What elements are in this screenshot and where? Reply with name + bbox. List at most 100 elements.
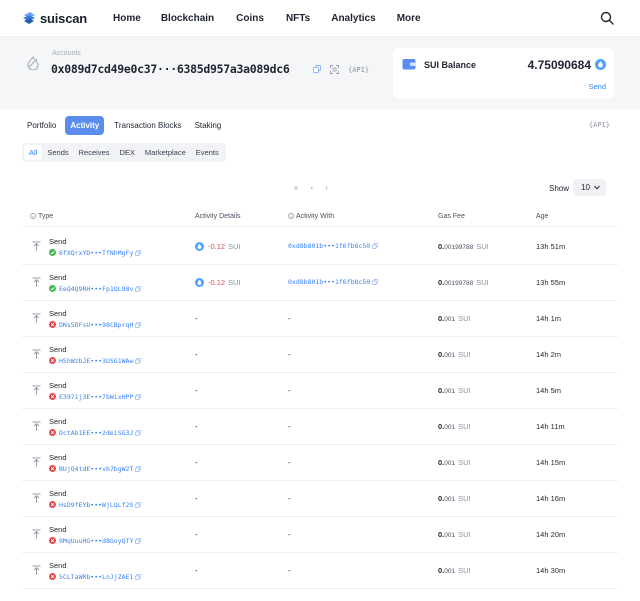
tx-digest-link[interactable]: DNs5DFsU•••98CBprqH — [59, 321, 142, 329]
tx-digest-link[interactable]: EeQ4Q9RH•••Fp1QL98v — [59, 285, 142, 293]
gas-fee-frac: 001 — [444, 316, 456, 323]
send-arrow-icon — [32, 529, 41, 539]
copy-icon[interactable] — [135, 430, 142, 436]
first-page-button[interactable]: « — [294, 183, 298, 192]
nav-more[interactable]: More — [397, 13, 421, 24]
gas-fee: 0.001 SUI — [438, 458, 471, 467]
activity-details-empty: - — [195, 530, 198, 539]
row-type: Send — [49, 381, 67, 390]
header-with: Activity With — [288, 213, 334, 220]
row-age: 14h 2m — [536, 350, 562, 359]
nav-home[interactable]: Home — [113, 13, 141, 24]
copy-icon[interactable] — [135, 466, 142, 472]
tx-digest-text: DNs5DFsU•••98CBprqH — [59, 321, 134, 329]
copy-icon[interactable] — [135, 250, 142, 256]
activity-api-link[interactable]: {API} — [589, 121, 610, 129]
tab-activity[interactable]: Activity — [65, 116, 105, 135]
sui-coin-icon — [195, 242, 204, 251]
qr-code-icon[interactable] — [330, 65, 339, 74]
tab-transaction-blocks[interactable]: Transaction Blocks — [109, 116, 186, 135]
table-row[interactable]: Send 5CLTaWRb•••LnJjZAE1 - - 0.001 SUI 14h 30m — [22, 553, 618, 589]
tx-digest-link[interactable]: E3971j3E•••7bWixHPP — [59, 393, 142, 401]
gas-fee-symbol: SUI — [458, 530, 471, 539]
tab-staking[interactable]: Staking — [190, 116, 227, 135]
table-row[interactable]: Send 6fXQrxYD•••TfNhMgFy -0.12 SUI 0xd8b801b… — [22, 229, 618, 265]
copy-icon[interactable] — [135, 538, 142, 544]
filter-dex[interactable]: DEX — [114, 145, 139, 160]
failed-x-icon — [49, 321, 56, 328]
row-age: 14h 5m — [536, 386, 562, 395]
failed-x-icon — [49, 357, 56, 364]
copy-icon[interactable] — [135, 358, 142, 364]
row-age: 14h 15m — [536, 458, 566, 467]
nav-nfts[interactable]: NFTs — [286, 13, 310, 24]
tx-digest-link[interactable]: HShWzbJE•••3USG1WAw — [59, 357, 142, 365]
tx-digest-link[interactable]: 9MqUuuHG•••d8GoyQTY — [59, 537, 142, 545]
row-type: Send — [49, 309, 67, 318]
nav-blockchain[interactable]: Blockchain — [161, 13, 214, 24]
copy-icon[interactable] — [135, 502, 142, 508]
gas-fee-frac: 00199788 — [444, 244, 474, 251]
row-type: Send — [49, 453, 67, 462]
failed-x-icon — [49, 465, 56, 472]
send-link[interactable]: Send — [588, 82, 606, 91]
next-page-button[interactable]: › — [325, 183, 328, 192]
table-row[interactable]: Send E3971j3E•••7bWixHPP - - 0.001 SUI 14h 5m — [22, 373, 618, 409]
filter-events[interactable]: Events — [191, 145, 224, 160]
tx-digest-link[interactable]: HsD9fEYb•••WjLQLf2S — [59, 501, 142, 509]
search-icon[interactable] — [600, 11, 614, 25]
table-row[interactable]: Send EeQ4Q9RH•••Fp1QL98v -0.12 SUI 0xd8b801b… — [22, 265, 618, 301]
table-row[interactable]: Send HShWzbJE•••3USG1WAw - - 0.001 SUI 14h 2m — [22, 337, 618, 373]
activity-with-empty: - — [288, 422, 291, 431]
tx-digest-link[interactable]: 5CLTaWRb•••LnJjZAE1 — [59, 573, 142, 581]
copy-icon[interactable] — [372, 279, 379, 285]
filter-all[interactable]: All — [24, 145, 43, 160]
sui-coin-icon — [195, 278, 204, 287]
tx-digest-text: HShWzbJE•••3USG1WAw — [59, 357, 134, 365]
activity-with-address[interactable]: 0xd8b801b•••1f6fb8c50 — [288, 278, 379, 286]
amount-value: -0.12 — [208, 278, 226, 287]
tx-digest-link[interactable]: DctAb1EE•••2deiSG3J — [59, 429, 142, 437]
page-size-value: 10 — [581, 183, 590, 192]
nav-coins[interactable]: Coins — [236, 13, 264, 24]
table-row[interactable]: Send HsD9fEYb•••WjLQLf2S - - 0.001 SUI 14h 16m — [22, 481, 618, 517]
copy-icon[interactable] — [135, 574, 142, 580]
row-age: 14h 16m — [536, 494, 566, 503]
tab-portfolio[interactable]: Portfolio — [22, 116, 61, 135]
nav-analytics[interactable]: Analytics — [331, 13, 375, 24]
activity-table-body: Send 6fXQrxYD•••TfNhMgFy -0.12 SUI 0xd8b801b… — [22, 229, 618, 589]
send-arrow-icon — [32, 493, 41, 503]
row-type: Send — [49, 561, 67, 570]
row-age: 14h 30m — [536, 566, 566, 575]
success-check-icon — [49, 249, 56, 256]
table-row[interactable]: Send 9MqUuuHG•••d8GoyQTY - - 0.001 SUI 14h 20m — [22, 517, 618, 553]
logo[interactable]: suiscan — [22, 11, 87, 26]
copy-icon[interactable] — [313, 65, 321, 73]
activity-with-empty: - — [288, 350, 291, 359]
failed-x-icon — [49, 429, 56, 436]
activity-with-address[interactable]: 0xd8b801b•••1f6fb8c50 — [288, 242, 379, 250]
gas-fee-symbol: SUI — [458, 314, 471, 323]
tx-digest-text: EeQ4Q9RH•••Fp1QL98v — [59, 285, 134, 293]
copy-icon[interactable] — [372, 243, 379, 249]
filter-receives[interactable]: Receives — [74, 145, 115, 160]
copy-icon[interactable] — [135, 322, 142, 328]
tx-digest-link[interactable]: 6fXQrxYD•••TfNhMgFy — [59, 249, 142, 257]
table-row[interactable]: Send BUjQ4tdE•••vb7bgW2T - - 0.001 SUI 14h 15m — [22, 445, 618, 481]
prev-page-button[interactable]: ‹ — [310, 183, 313, 192]
activity-with-empty: - — [288, 458, 291, 467]
account-api-link[interactable]: {API} — [348, 66, 369, 74]
tx-digest-text: BUjQ4tdE•••vb7bgW2T — [59, 465, 134, 473]
gas-fee-symbol: SUI — [458, 422, 471, 431]
copy-icon[interactable] — [135, 286, 142, 292]
activity-with-empty: - — [288, 566, 291, 575]
activity-details-empty: - — [195, 314, 198, 323]
row-age: 13h 51m — [536, 242, 566, 251]
filter-marketplace[interactable]: Marketplace — [140, 145, 191, 160]
copy-icon[interactable] — [135, 394, 142, 400]
tx-digest-link[interactable]: BUjQ4tdE•••vb7bgW2T — [59, 465, 142, 473]
filter-sends[interactable]: Sends — [42, 145, 73, 160]
table-row[interactable]: Send DNs5DFsU•••98CBprqH - - 0.001 SUI 14h 1m — [22, 301, 618, 337]
page-size-select[interactable]: 10 — [573, 179, 606, 196]
table-row[interactable]: Send DctAb1EE•••2deiSG3J - - 0.001 SUI 14h 11m — [22, 409, 618, 445]
